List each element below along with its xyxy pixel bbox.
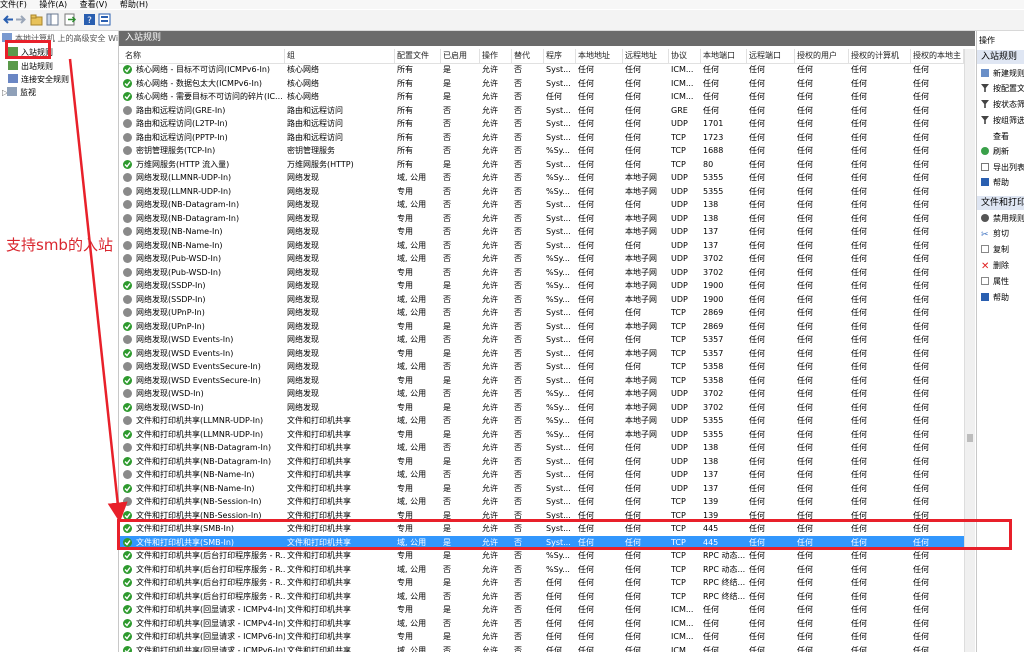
annotation-arrow [68, 58, 128, 523]
annotation-label: 支持smb的入站 [6, 236, 113, 254]
